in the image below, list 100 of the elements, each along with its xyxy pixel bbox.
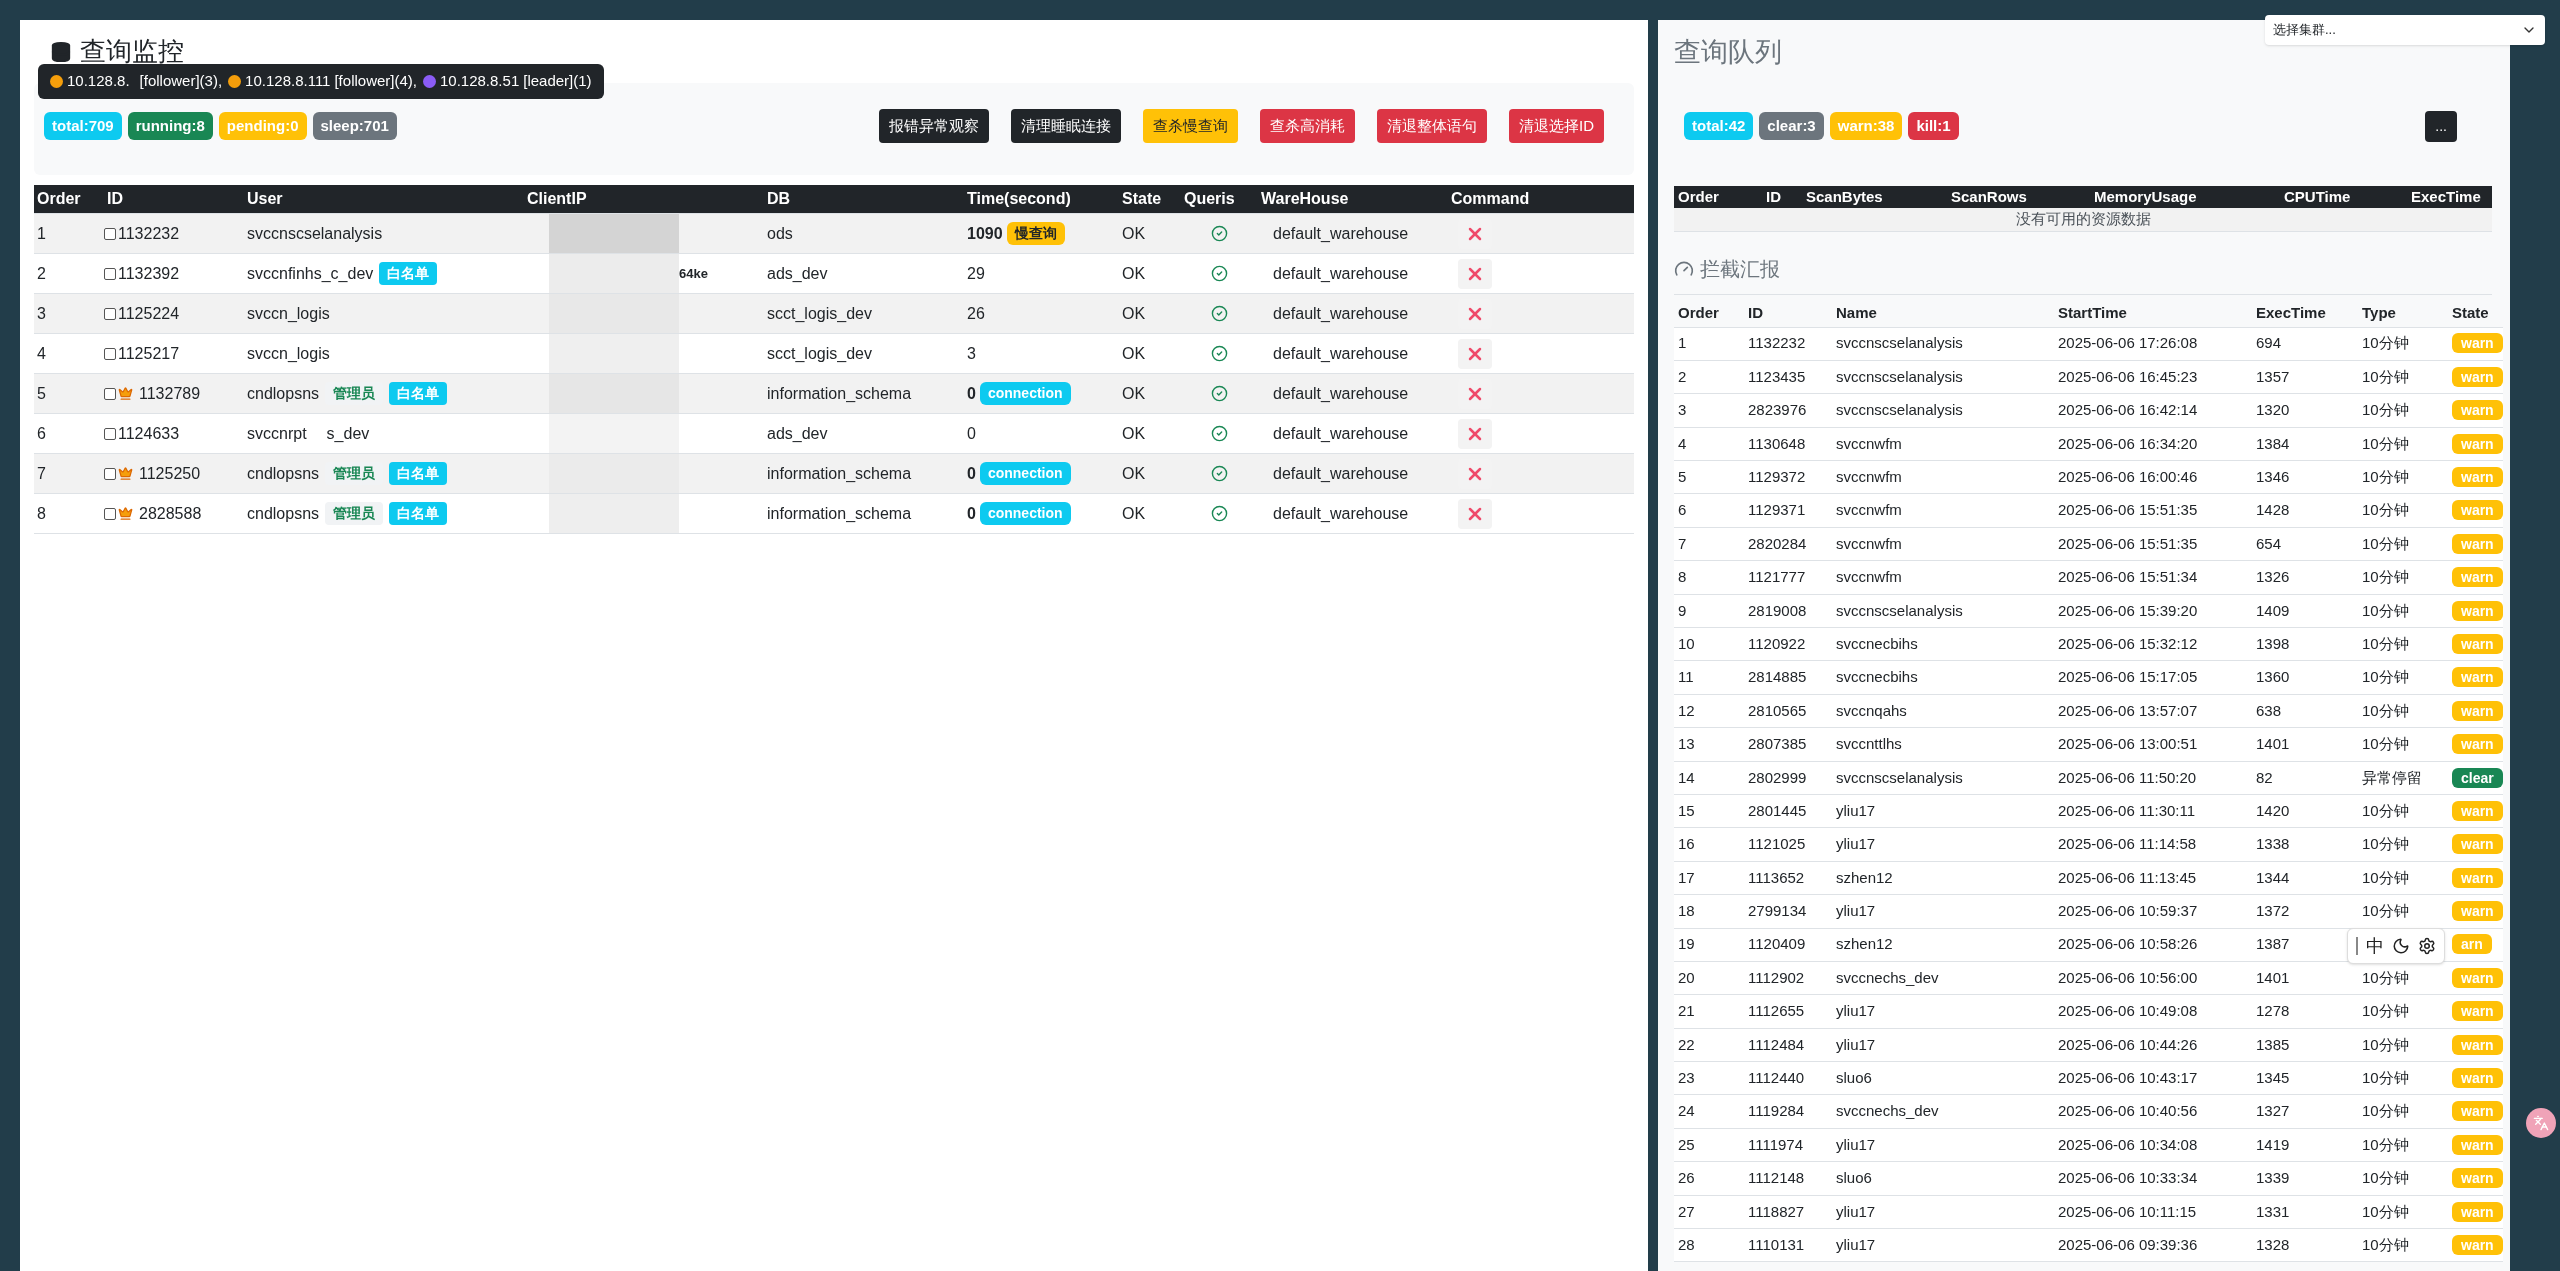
state-badge: warn xyxy=(2452,1068,2503,1089)
table-cell: svccnscselanalysis xyxy=(1836,401,1963,419)
row-checkbox[interactable] xyxy=(104,227,116,240)
table-cell: 1112902 xyxy=(1748,968,1805,986)
column-header: CPUTime xyxy=(2283,186,2352,207)
action-button[interactable]: 清退整体语句 xyxy=(1377,108,1487,144)
table-cell-text: cndlopsns xyxy=(247,463,320,484)
table-cell: 2025-06-06 11:13:45 xyxy=(2058,868,2197,886)
table-cell: 2025-06-06 10:33:34 xyxy=(2058,1169,2198,1187)
table-cell: 2025-06-06 10:58:26 xyxy=(2058,935,2198,953)
table-cell: 25 xyxy=(1678,1135,1695,1153)
table-cell-text: ods xyxy=(766,223,794,244)
state-badge: warn xyxy=(2452,500,2503,521)
table-cell: 1327 xyxy=(2256,1102,2290,1120)
row-checkbox[interactable] xyxy=(104,387,116,400)
table-cell: 20 xyxy=(1678,968,1695,986)
count-badge: sleep:701 xyxy=(312,111,397,141)
table-cell: 8 xyxy=(1678,568,1687,586)
settings-icon[interactable] xyxy=(2418,937,2436,955)
check-circle-icon xyxy=(1211,305,1228,322)
time-tag: connection xyxy=(979,462,1071,485)
table-cell: svccnqahs xyxy=(1836,701,1907,719)
action-button[interactable]: 清退选择ID xyxy=(1509,108,1604,144)
cluster-select[interactable]: 选择集群... xyxy=(2265,15,2545,45)
table-cell: 10分钟 xyxy=(2362,1135,2409,1153)
table-cell: 1339 xyxy=(2256,1169,2290,1187)
user-tag: 白名单 xyxy=(379,262,438,285)
column-header: Type xyxy=(2361,303,2397,324)
table-cell: 1119284 xyxy=(1748,1102,1805,1120)
table-cell: 10分钟 xyxy=(2362,334,2409,352)
table-cell-text: 1125217 xyxy=(118,343,180,364)
table-cell: 1129371 xyxy=(1748,501,1806,519)
table-cell: sluo6 xyxy=(1836,1169,1872,1187)
count-badge: kill:1 xyxy=(1908,111,1959,141)
column-header: ID xyxy=(1765,186,1782,207)
kill-button[interactable] xyxy=(1458,498,1492,529)
kill-button[interactable] xyxy=(1458,418,1492,449)
table-cell: 28 xyxy=(1678,1236,1695,1253)
ime-mode-button[interactable]: 中 xyxy=(2366,932,2384,960)
translate-button[interactable] xyxy=(2526,1108,2556,1138)
column-header: MemoryUsage xyxy=(2093,186,2198,207)
more-button[interactable]: ... xyxy=(2425,110,2457,142)
table-cell: 10分钟 xyxy=(2362,1002,2409,1020)
table-cell-text: 5 xyxy=(36,383,47,404)
row-checkbox[interactable] xyxy=(104,467,116,480)
column-header: WareHouse xyxy=(1260,189,1350,209)
kill-button[interactable] xyxy=(1458,338,1492,369)
table-cell: 2025-06-06 15:51:35 xyxy=(2058,534,2198,552)
state-badge: warn xyxy=(2452,533,2503,554)
table-cell: 10分钟 xyxy=(2362,968,2409,986)
table-cell: 1120922 xyxy=(1748,634,1806,652)
row-checkbox[interactable] xyxy=(104,267,116,280)
table-cell: 1320 xyxy=(2256,401,2290,419)
table-cell: 2025-06-06 10:40:56 xyxy=(2058,1102,2198,1120)
state-badge: arn xyxy=(2452,934,2492,955)
column-header: ID xyxy=(1747,303,1764,324)
kill-button[interactable] xyxy=(1458,258,1492,289)
table-cell: yliu17 xyxy=(1836,801,1876,819)
table-cell: 10分钟 xyxy=(2362,902,2409,920)
action-button[interactable]: 报错异常观察 xyxy=(879,108,989,144)
row-checkbox[interactable] xyxy=(104,307,116,320)
time-tag: connection xyxy=(979,502,1071,525)
action-button[interactable]: 查杀高消耗 xyxy=(1260,108,1355,144)
table-cell: 654 xyxy=(2256,534,2282,552)
table-cell: 1360 xyxy=(2256,668,2290,686)
table-cell-text: ads_dev xyxy=(766,263,829,284)
row-checkbox[interactable] xyxy=(104,427,116,440)
column-header: Order xyxy=(1677,303,1720,324)
table-cell-text: default_warehouse xyxy=(1272,223,1410,244)
table-cell: 1326 xyxy=(2256,568,2290,586)
action-button[interactable]: 清理睡眠连接 xyxy=(1011,108,1121,144)
table-cell: 1129372 xyxy=(1748,468,1806,485)
row-checkbox[interactable] xyxy=(104,507,116,520)
ime-toolbar[interactable]: 中 xyxy=(2347,928,2445,964)
moon-icon[interactable] xyxy=(2392,937,2410,955)
node-role: [follower](3), xyxy=(139,71,223,91)
row-checkbox[interactable] xyxy=(104,347,116,360)
table-cell-text: 7 xyxy=(36,463,47,484)
table-cell: yliu17 xyxy=(1836,1002,1876,1020)
table-cell: 10分钟 xyxy=(2362,1102,2409,1120)
table-cell-text: scct_logis_dev xyxy=(766,303,873,324)
table-cell: 2823976 xyxy=(1748,401,1807,419)
column-header: ID xyxy=(106,189,124,209)
table-cell-text: svccn_logis xyxy=(247,303,330,324)
table-cell-text: 0 xyxy=(967,383,976,404)
table-cell: svccnwfm xyxy=(1836,468,1902,485)
column-header: ExecTime xyxy=(2410,186,2482,207)
table-cell-text: default_warehouse xyxy=(1272,263,1410,284)
table-cell-text: 1125224 xyxy=(118,303,180,324)
action-button[interactable]: 查杀慢查询 xyxy=(1143,108,1238,144)
table-cell: 1384 xyxy=(2256,434,2290,452)
table-cell: 1345 xyxy=(2256,1069,2290,1087)
table-cell: 7 xyxy=(1678,534,1687,552)
table-cell: szhen12 xyxy=(1836,935,1893,953)
table-cell: 2025-06-06 16:45:23 xyxy=(2058,367,2198,385)
column-header: Order xyxy=(1677,186,1720,207)
table-cell: 1112655 xyxy=(1748,1002,1805,1020)
table-cell: 18 xyxy=(1678,902,1695,920)
table-cell: 12 xyxy=(1678,701,1695,719)
table-cell: 10分钟 xyxy=(2362,534,2409,552)
